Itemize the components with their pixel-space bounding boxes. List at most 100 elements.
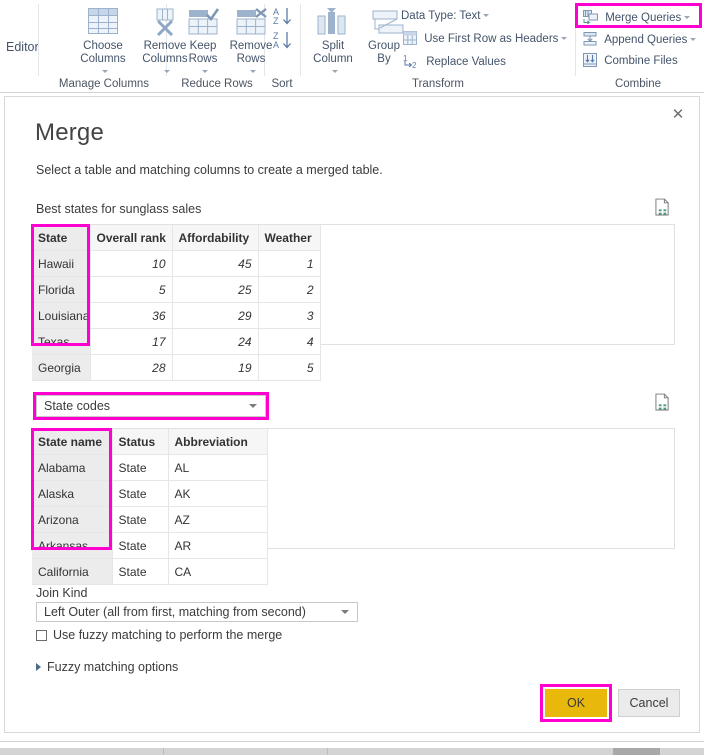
- chevron-down-icon[interactable]: [331, 69, 338, 73]
- cell-abbreviation: CA: [168, 558, 268, 585]
- ok-button[interactable]: OK: [545, 689, 607, 717]
- scrollbar-tick: [327, 748, 328, 755]
- dialog-subtitle: Select a table and matching columns to c…: [36, 163, 383, 177]
- chevron-down-icon[interactable]: [101, 69, 108, 73]
- merge-queries-button[interactable]: Merge Queries: [583, 10, 691, 25]
- col-header-state[interactable]: State: [32, 225, 91, 251]
- split-column-label-2: Column: [313, 53, 353, 65]
- chevron-right-icon[interactable]: [36, 663, 41, 671]
- col-header-affordability[interactable]: Affordability: [172, 225, 259, 251]
- cell-abbreviation: AZ: [168, 506, 268, 533]
- data-type-button[interactable]: Data Type: Text: [401, 10, 490, 22]
- replace-values-label: Replace Values: [426, 56, 506, 68]
- use-first-row-as-headers-label: Use First Row as Headers: [424, 33, 559, 45]
- table-columns-icon: [88, 8, 118, 34]
- use-first-row-as-headers-button[interactable]: Use First Row as Headers: [403, 31, 568, 45]
- svg-text:2: 2: [412, 61, 417, 69]
- cell-state-name: California: [32, 558, 113, 585]
- group-label-sort: Sort: [271, 78, 293, 90]
- table-row: California State CA: [32, 558, 268, 585]
- cell-weather: 2: [258, 276, 321, 303]
- table-row: Florida 5 25 2: [32, 276, 321, 303]
- close-icon[interactable]: ✕: [665, 103, 691, 127]
- merge-queries-label: Merge Queries: [605, 12, 682, 24]
- append-queries-button[interactable]: Append Queries: [583, 32, 697, 46]
- table-header-row: State name Status Abbreviation: [32, 429, 268, 455]
- choose-columns-button[interactable]: Choose Columns: [72, 8, 134, 79]
- ribbon-toolbar: Editor Choose Columns Remove Columns Kee…: [0, 0, 704, 93]
- page-title: Merge: [35, 119, 105, 146]
- horizontal-scrollbar-track[interactable]: [0, 748, 704, 755]
- sort-ascending-button[interactable]: A Z: [272, 6, 296, 33]
- cell-overall-rank: 36: [90, 302, 173, 329]
- cell-state: Florida: [32, 276, 91, 303]
- scrollbar-tick: [163, 748, 164, 755]
- choose-columns-label-1: Choose: [83, 40, 123, 52]
- split-column-icon: [317, 8, 346, 35]
- cell-status: State: [112, 454, 169, 481]
- cell-overall-rank: 28: [90, 354, 173, 381]
- cell-state-name: Alaska: [32, 480, 113, 507]
- group-label-reduce-rows: Reduce Rows: [181, 78, 253, 90]
- ribbon-divider: [300, 4, 301, 76]
- table-header-row: State Overall rank Affordability Weather: [32, 225, 321, 251]
- chevron-down-icon[interactable]: [684, 15, 691, 19]
- chevron-down-icon[interactable]: [690, 37, 697, 41]
- chevron-down-icon[interactable]: [249, 69, 256, 73]
- table-row: Arkansas State AR: [32, 532, 268, 559]
- chevron-down-icon[interactable]: [561, 36, 568, 40]
- horizontal-scrollbar-thumb[interactable]: [613, 748, 660, 755]
- svg-text:Z: Z: [273, 16, 279, 26]
- cell-state-name: Alabama: [32, 454, 113, 481]
- group-label-transform: Transform: [412, 78, 464, 90]
- cell-overall-rank: 10: [90, 250, 173, 277]
- cell-status: State: [112, 558, 169, 585]
- preview-refresh-icon-2[interactable]: [655, 393, 670, 411]
- table-row: Arizona State AZ: [32, 506, 268, 533]
- cell-status: State: [112, 506, 169, 533]
- second-table[interactable]: State name Status Abbreviation Alabama S…: [32, 429, 268, 585]
- chevron-down-icon[interactable]: [483, 13, 490, 17]
- data-type-label: Data Type: Text: [401, 10, 481, 22]
- editor-label: Editor: [6, 40, 39, 54]
- table-row: Georgia 28 19 5: [32, 354, 321, 381]
- header-row-icon: [403, 31, 417, 45]
- join-kind-select[interactable]: Left Outer (all from first, matching fro…: [36, 602, 358, 622]
- cancel-button[interactable]: Cancel: [618, 689, 680, 717]
- second-table-select[interactable]: State codes: [36, 395, 266, 417]
- preview-refresh-icon[interactable]: [655, 198, 670, 216]
- chevron-down-icon[interactable]: [341, 610, 349, 614]
- cell-weather: 1: [258, 250, 321, 277]
- table-row: Louisiana 36 29 3: [32, 302, 321, 329]
- col-header-abbreviation[interactable]: Abbreviation: [168, 429, 268, 455]
- col-header-status[interactable]: Status: [112, 429, 169, 455]
- cell-status: State: [112, 532, 169, 559]
- col-header-state-name[interactable]: State name: [32, 429, 113, 455]
- append-queries-label: Append Queries: [604, 34, 688, 46]
- append-queries-icon: [583, 32, 597, 46]
- split-column-button[interactable]: Split Column: [304, 8, 362, 79]
- fuzzy-matching-checkbox[interactable]: [36, 630, 47, 641]
- cell-affordability: 24: [172, 328, 259, 355]
- combine-files-button[interactable]: Combine Files: [583, 53, 678, 67]
- cell-affordability: 45: [172, 250, 259, 277]
- col-header-weather[interactable]: Weather: [258, 225, 321, 251]
- combine-files-icon: [583, 53, 597, 67]
- replace-values-button[interactable]: 1 2 Replace Values: [403, 53, 506, 70]
- merge-queries-icon: [583, 10, 598, 25]
- col-header-overall-rank[interactable]: Overall rank: [90, 225, 173, 251]
- combine-files-label: Combine Files: [604, 55, 678, 67]
- chevron-down-icon[interactable]: [163, 69, 170, 73]
- table-row: Hawaii 10 45 1: [32, 250, 321, 277]
- first-table[interactable]: State Overall rank Affordability Weather…: [32, 225, 321, 381]
- split-column-label-1: Split: [321, 40, 345, 52]
- chevron-down-icon[interactable]: [201, 69, 208, 73]
- fuzzy-matching-checkbox-label[interactable]: Use fuzzy matching to perform the merge: [53, 628, 282, 642]
- svg-text:A: A: [273, 40, 279, 50]
- keep-rows-icon: [188, 8, 220, 35]
- cell-weather: 5: [258, 354, 321, 381]
- remove-rows-icon: [236, 8, 267, 35]
- chevron-down-icon[interactable]: [249, 404, 257, 408]
- fuzzy-matching-options-label[interactable]: Fuzzy matching options: [47, 660, 178, 674]
- sort-descending-button[interactable]: Z A: [272, 30, 296, 57]
